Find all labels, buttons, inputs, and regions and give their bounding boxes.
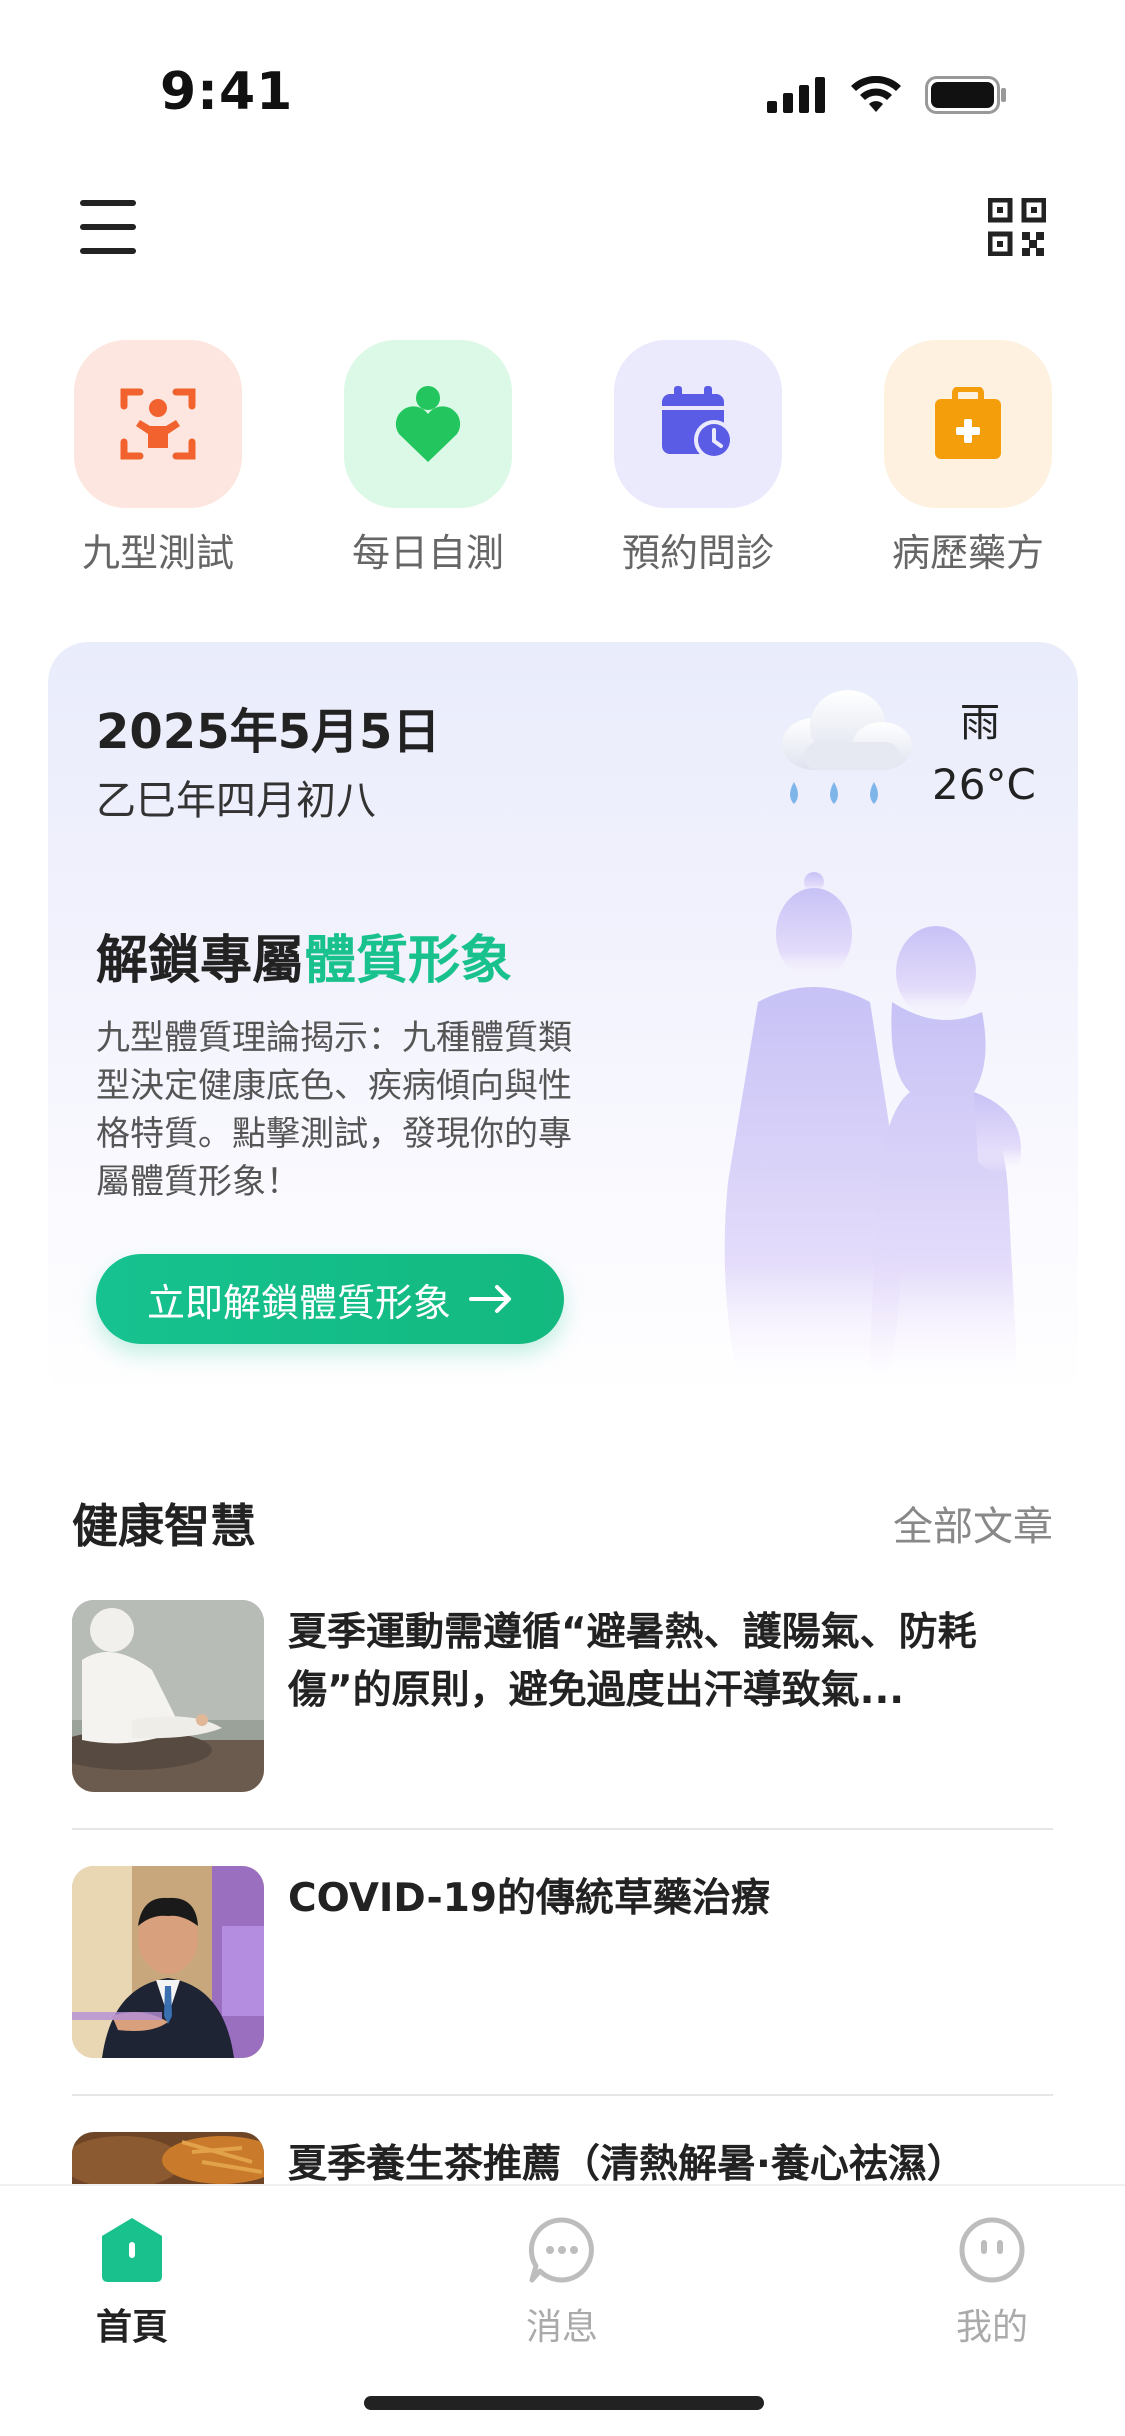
hero-title-main: 解鎖專屬 [96, 931, 305, 991]
article-divider [72, 1828, 1053, 1830]
quick-action-icon-bg [884, 340, 1052, 508]
rain-cloud-icon [782, 690, 912, 804]
quick-action-label: 每日自測 [351, 531, 504, 575]
battery-icon [925, 76, 1006, 114]
quick-action-icon-bg [344, 340, 512, 508]
health-wisdom-title: 健康智慧 [72, 1499, 256, 1553]
weather-temperature: 26°C [932, 760, 1036, 809]
tab-home[interactable]: 首頁 [32, 2214, 232, 2350]
tab-label: 我的 [955, 2307, 1028, 2348]
home-indicator [364, 2396, 764, 2410]
profile-icon [959, 2217, 1025, 2283]
body-scan-icon [120, 388, 196, 460]
menu-icon[interactable] [80, 200, 136, 256]
quick-action-daily-check[interactable]: 每日自測 [318, 340, 538, 577]
article-item[interactable]: COVID-19的傳統草藥治療 [72, 1866, 1053, 2058]
quick-action-appointment[interactable]: 預約問診 [588, 340, 808, 577]
article-title: COVID-19的傳統草藥治療 [288, 1876, 770, 1921]
home-icon [102, 2218, 162, 2282]
quick-actions: 九型測試 每日自測 預約問診 病歷藥方 [0, 340, 1125, 580]
article-divider [72, 2094, 1053, 2096]
unlock-constitution-button[interactable]: 立即解鎖體質形象 [96, 1254, 564, 1344]
quick-action-icon-bg [614, 340, 782, 508]
status-bar: 9:41 [0, 0, 1125, 190]
quick-action-label: 病歷藥方 [891, 531, 1044, 575]
constitution-figures-illustration [724, 872, 1022, 1382]
unlock-button-label: 立即解鎖體質形象 [146, 1280, 451, 1325]
cellular-signal-icon [767, 77, 825, 113]
tab-label: 首頁 [95, 2307, 168, 2348]
hero-lunar-date: 乙巳年四月初八 [96, 778, 376, 824]
article-title: 夏季運動需遵循“避暑熱、護陽氣、防耗傷”的原則，避免過度出汗導致氣... [288, 1610, 977, 1713]
article-thumbnail-presenter [72, 1866, 264, 2058]
constitution-hero-card[interactable]: 2025年5月5日 乙巳年四月初八 雨 26°C 解鎖專屬體質形象 九型體質理論… [48, 642, 1078, 1402]
arrow-right-icon [469, 1285, 511, 1313]
quick-action-label: 預約問診 [621, 531, 774, 575]
article-thumbnail-meditation [72, 1600, 264, 1792]
all-articles-link[interactable]: 全部文章 [893, 1494, 1053, 1552]
quick-action-icon-bg [74, 340, 242, 508]
quick-action-constitution-test[interactable]: 九型測試 [48, 340, 268, 577]
tab-profile[interactable]: 我的 [892, 2214, 1092, 2350]
person-heart-icon [395, 386, 461, 462]
medical-kit-icon [935, 387, 1001, 459]
hero-description: 九型體質理論揭示：九種體質類型決定健康底色、疾病傾向與性格特質。點擊測試，發現你… [96, 1018, 572, 1202]
article-item[interactable]: 夏季運動需遵循“避暑熱、護陽氣、防耗傷”的原則，避免過度出汗導致氣... [72, 1600, 1053, 1792]
message-icon [528, 2217, 594, 2283]
quick-action-label: 九型測試 [81, 531, 234, 575]
tab-messages[interactable]: 消息 [462, 2214, 662, 2350]
status-time: 9:41 [160, 62, 294, 122]
hero-title: 解鎖專屬體質形象 [96, 918, 512, 993]
quick-action-medical-records[interactable]: 病歷藥方 [858, 340, 1078, 577]
tab-label: 消息 [525, 2307, 598, 2348]
calendar-clock-icon [662, 386, 734, 460]
hero-title-accent: 體質形象 [304, 931, 513, 991]
qr-code-icon[interactable] [988, 198, 1046, 256]
hero-date: 2025年5月5日 [96, 704, 441, 760]
weather-condition: 雨 [960, 700, 1000, 746]
wifi-icon [851, 76, 901, 112]
status-icons [767, 76, 1007, 114]
